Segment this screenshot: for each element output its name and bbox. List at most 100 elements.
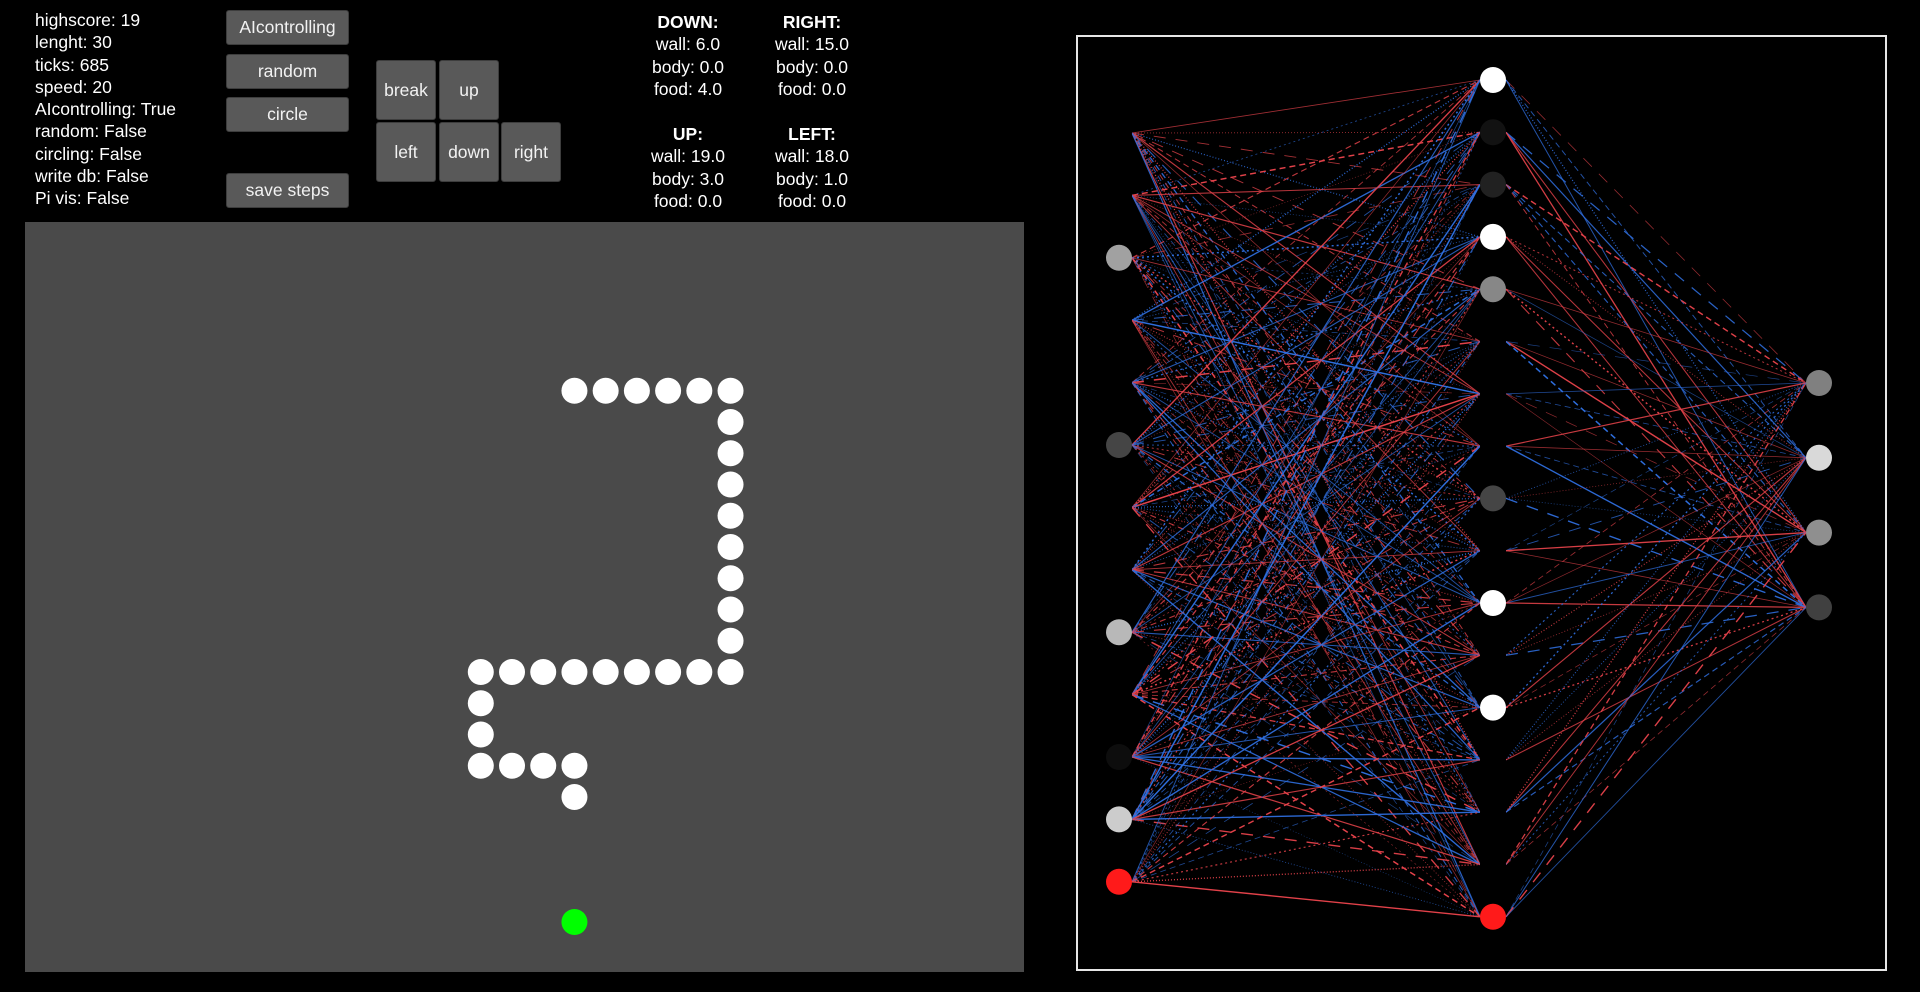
connection-line [1131,319,1481,656]
connection-line [1505,532,1807,656]
snake-segment [717,471,744,498]
input-node [1106,120,1132,146]
connection-line [1505,457,1807,813]
hidden-node [1480,746,1506,773]
hidden-node [1480,799,1506,826]
snake-segment [655,659,682,685]
snake-segment [530,659,557,685]
sensor-down-body: body: 0.0 [652,56,724,77]
input-node [1106,681,1132,708]
connection-line [1131,288,1481,509]
sensor-left: LEFT: wall: 18.0 body: 1.0 food: 0.0 [752,123,872,212]
connection-line [1131,569,1481,604]
sensor-down: DOWN: wall: 6.0 body: 0.0 food: 4.0 [628,11,748,100]
up-button[interactable]: up [439,60,499,120]
sensor-right-wall: wall: 15.0 [775,34,849,55]
connection-line [1505,184,1807,459]
sensor-up: UP: wall: 19.0 body: 3.0 food: 0.0 [628,123,748,212]
input-node [1106,744,1132,770]
connection-line [1131,811,1481,883]
snake-segment [655,377,682,404]
hidden-node [1480,67,1506,93]
connection-line [1505,184,1807,608]
connection-line [1131,79,1481,446]
input-node [1106,619,1132,646]
input-layer [1106,120,1132,895]
random-button[interactable]: random [226,54,349,89]
snake-segment [717,659,744,685]
connection-line [1505,131,1807,533]
snake-segment [561,659,588,685]
snake-segment [499,752,526,779]
snake-segment [717,565,744,592]
connection-line [1131,550,1481,696]
connection-line [1131,382,1481,709]
connection-line [1131,818,1481,918]
connection-line [1505,531,1807,552]
input-node [1106,556,1132,583]
right-button[interactable]: right [501,122,561,182]
connection-line [1131,257,1481,656]
connection-line [1505,606,1807,709]
sensor-up-wall: wall: 19.0 [651,146,725,167]
connection-line [1505,607,1807,865]
connection-line [1505,79,1807,533]
circle-button[interactable]: circle [226,97,349,132]
break-button[interactable]: break [376,60,436,120]
connection-line [1505,606,1807,761]
connection-line [1505,131,1807,384]
hidden-node [1480,276,1506,303]
connection-line [1505,457,1807,656]
ai-controlling-button[interactable]: AIcontrolling [226,10,349,45]
sensor-right-title: RIGHT: [782,12,842,32]
hidden-node [1480,537,1506,564]
hidden-node [1480,380,1506,407]
left-button[interactable]: left [376,122,436,182]
sensor-left-food: food: 0.0 [777,190,847,211]
connection-line [1505,382,1807,865]
connection-line [1505,457,1807,499]
connection-line [1505,131,1807,459]
connection-line [1131,693,1481,918]
connection-line [1505,382,1807,709]
connection-line [1131,257,1481,342]
hidden-node [1480,642,1506,669]
snake-segment [717,502,744,529]
connection-line [1131,132,1481,918]
connection-line [1131,132,1481,761]
input-node [1106,806,1132,833]
connection-line [1505,79,1807,608]
stat-length: lenght: 30 [35,32,112,53]
snake-segment [623,377,650,404]
connection-line [1131,818,1481,866]
snake-segment [686,377,713,404]
save-steps-button[interactable]: save steps [226,173,349,208]
input-node [1106,432,1132,458]
connection-line [1505,602,1807,609]
output-layer [1806,370,1832,621]
connection-line [1505,607,1807,918]
output-node [1806,594,1832,621]
snake-segment [530,752,557,779]
stat-write-db: write db: False [35,166,149,187]
sensor-up-body: body: 3.0 [652,168,724,189]
hidden-layer [1480,67,1506,930]
connection-line [1505,457,1807,865]
connection-line [1505,236,1807,608]
snake-segment [561,377,588,404]
snake-segment [717,596,744,623]
down-button[interactable]: down [439,122,499,182]
connection-line [1131,341,1481,882]
connection-line [1505,382,1807,813]
connection-line [1505,184,1807,384]
stat-speed: speed: 20 [35,76,112,97]
hidden-node [1480,328,1506,355]
snake-head [561,784,588,810]
output-node [1806,370,1832,396]
hidden-node [1480,223,1506,250]
output-node [1806,444,1832,471]
connection-line [1505,497,1807,609]
connection-line [1505,79,1807,459]
connection-line [1131,382,1481,813]
snake-segment [592,659,619,685]
